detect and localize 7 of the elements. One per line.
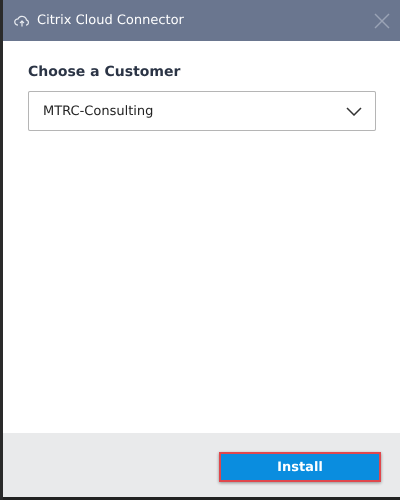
cloud-upload-icon [14,14,30,26]
customer-dropdown[interactable]: MTRC-Consulting [28,91,376,131]
chevron-down-icon [346,106,362,116]
close-icon[interactable] [374,12,390,28]
install-button[interactable]: Install [219,452,381,482]
field-label: Choose a Customer [28,64,182,80]
window-title: Citrix Cloud Connector [37,13,185,28]
